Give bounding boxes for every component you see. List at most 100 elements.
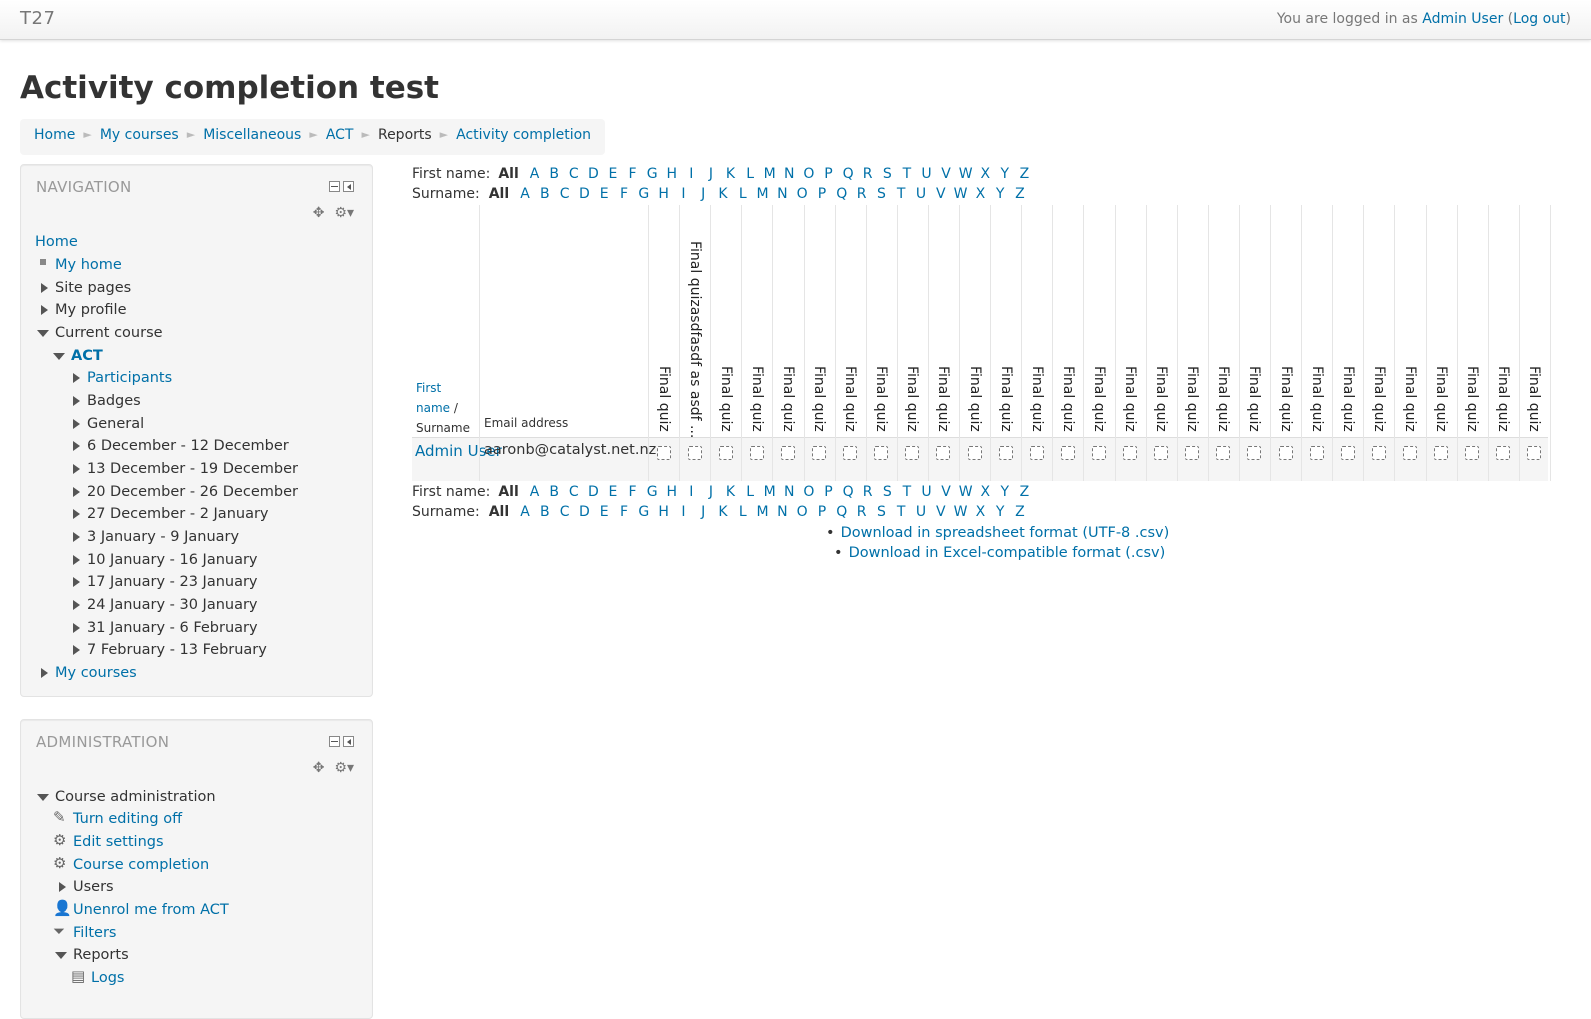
surname-sort-link[interactable]: Surname [416, 418, 470, 438]
surname-initial-p-link[interactable]: P [812, 502, 832, 522]
navigation-item-act[interactable]: ACT [71, 345, 103, 367]
surname-initial-s-link[interactable]: S [871, 184, 891, 204]
activity-header-link[interactable]: Final quiz [1121, 366, 1139, 432]
first-initial-b-link[interactable]: B [544, 164, 564, 184]
surname-initial-s-link[interactable]: S [871, 502, 891, 522]
surname-initial-b-link[interactable]: B [535, 184, 555, 204]
administration-item-users[interactable]: Users [73, 876, 114, 898]
surname-initial-p-link[interactable]: P [812, 184, 832, 204]
navigation-item-24-january-30-january[interactable]: 24 January - 30 January [87, 594, 258, 616]
navigation-item-current-course[interactable]: Current course [55, 322, 163, 344]
administration-item-turn-editing-off[interactable]: Turn editing off [73, 808, 182, 830]
surname-initial-m-link[interactable]: M [753, 184, 773, 204]
first-initial-h-link[interactable]: H [662, 482, 682, 502]
breadcrumb-item-my-courses[interactable]: My courses [100, 127, 179, 143]
surname-initial-r-link[interactable]: R [852, 184, 872, 204]
surname-initial-f-link[interactable]: F [614, 184, 634, 204]
administration-item-course-completion[interactable]: Course completion [73, 854, 209, 876]
first-initial-g-link[interactable]: G [642, 164, 662, 184]
breadcrumb-item-miscellaneous[interactable]: Miscellaneous [203, 127, 301, 143]
first-initial-i-link[interactable]: I [682, 482, 702, 502]
expand-arrow-icon[interactable] [41, 668, 48, 678]
breadcrumb-item-activity-completion[interactable]: Activity completion [456, 127, 591, 143]
first-initial-r-link[interactable]: R [858, 164, 878, 184]
surname-initial-z-link[interactable]: Z [1010, 184, 1030, 204]
first-initial-s-link[interactable]: S [877, 164, 897, 184]
first-initial-e-link[interactable]: E [603, 482, 623, 502]
surname-initial-l-link[interactable]: L [733, 184, 753, 204]
surname-initial-k-link[interactable]: K [713, 184, 733, 204]
dock-icon[interactable] [343, 736, 354, 747]
activity-header-link[interactable]: Final quiz [1494, 366, 1512, 432]
administration-item-unenrol-me-from-act[interactable]: Unenrol me from ACT [73, 899, 229, 921]
first-initial-w-link[interactable]: W [956, 164, 976, 184]
collapse-icon[interactable] [329, 181, 340, 192]
surname-initial-j-link[interactable]: J [693, 502, 713, 522]
first-initial-x-link[interactable]: X [975, 482, 995, 502]
navigation-item-my-courses[interactable]: My courses [55, 662, 137, 684]
surname-initial-h-link[interactable]: H [654, 184, 674, 204]
activity-header-link[interactable]: Final quiz [1432, 366, 1450, 432]
first-initial-r-link[interactable]: R [858, 482, 878, 502]
expand-arrow-icon[interactable] [41, 283, 48, 293]
activity-header-link[interactable]: Final quiz [779, 366, 797, 432]
breadcrumb-item-act[interactable]: ACT [326, 127, 354, 143]
surname-initial-e-link[interactable]: E [594, 184, 614, 204]
first-initial-u-link[interactable]: U [917, 164, 937, 184]
expand-arrow-icon[interactable] [73, 373, 80, 383]
surname-initial-t-link[interactable]: T [891, 502, 911, 522]
navigation-item-3-january-9-january[interactable]: 3 January - 9 January [87, 526, 239, 548]
first-initial-f-link[interactable]: F [623, 164, 643, 184]
expand-arrow-icon[interactable] [73, 577, 80, 587]
activity-header-link[interactable]: Final quiz [872, 366, 890, 432]
surname-initial-u-link[interactable]: U [911, 184, 931, 204]
first-initial-u-link[interactable]: U [917, 482, 937, 502]
activity-header-link[interactable]: Final quiz [1028, 366, 1046, 432]
surname-initial-o-link[interactable]: O [792, 184, 812, 204]
surname-initial-x-link[interactable]: X [970, 184, 990, 204]
first-initial-m-link[interactable]: M [760, 164, 780, 184]
first-initial-z-link[interactable]: Z [1015, 164, 1035, 184]
first-initial-i-link[interactable]: I [682, 164, 702, 184]
navigation-item-27-december-2-january[interactable]: 27 December - 2 January [87, 503, 269, 525]
surname-initial-v-link[interactable]: V [931, 502, 951, 522]
surname-initial-t-link[interactable]: T [891, 184, 911, 204]
expand-arrow-icon[interactable] [59, 882, 66, 892]
activity-header-link[interactable]: Final quiz [1183, 366, 1201, 432]
first-initial-j-link[interactable]: J [701, 482, 721, 502]
expand-arrow-icon[interactable] [73, 645, 80, 655]
navigation-item-20-december-26-december[interactable]: 20 December - 26 December [87, 481, 298, 503]
expand-arrow-icon[interactable] [73, 532, 80, 542]
activity-header-link[interactable]: Final quiz [810, 366, 828, 432]
activity-header-link[interactable]: Final quiz [997, 366, 1015, 432]
surname-initial-w-link[interactable]: W [951, 184, 971, 204]
activity-header-link[interactable]: Final quiz [1339, 366, 1357, 432]
first-initial-q-link[interactable]: Q [838, 482, 858, 502]
surname-initial-w-link[interactable]: W [951, 502, 971, 522]
surname-initial-a-link[interactable]: A [515, 502, 535, 522]
first-initial-j-link[interactable]: J [701, 164, 721, 184]
surname-initial-v-link[interactable]: V [931, 184, 951, 204]
first-initial-z-link[interactable]: Z [1015, 482, 1035, 502]
first-initial-o-link[interactable]: O [799, 482, 819, 502]
collapse-arrow-icon[interactable] [37, 794, 49, 801]
surname-initial-x-link[interactable]: X [970, 502, 990, 522]
download-csv-excel-link[interactable]: Download in Excel-compatible format (.cs… [849, 545, 1166, 561]
expand-arrow-icon[interactable] [73, 441, 80, 451]
navigation-item-participants[interactable]: Participants [87, 367, 172, 389]
surname-initial-y-link[interactable]: Y [990, 502, 1010, 522]
activity-header-link[interactable]: Final quiz [1152, 366, 1170, 432]
dock-icon[interactable] [343, 181, 354, 192]
move-icon[interactable]: ✥ [313, 760, 325, 776]
activity-header-link[interactable]: Final quiz [1245, 366, 1263, 432]
surname-initial-c-link[interactable]: C [555, 184, 575, 204]
navigation-item-general[interactable]: General [87, 413, 144, 435]
surname-initial-e-link[interactable]: E [594, 502, 614, 522]
gear-menu-icon[interactable]: ⚙▾ [334, 760, 354, 776]
administration-item-filters[interactable]: Filters [73, 922, 116, 944]
activity-header-link[interactable]: Final quiz [903, 366, 921, 432]
first-initial-y-link[interactable]: Y [995, 164, 1015, 184]
navigation-item-home[interactable]: Home [35, 231, 78, 253]
first-initial-h-link[interactable]: H [662, 164, 682, 184]
collapse-icon[interactable] [329, 736, 340, 747]
